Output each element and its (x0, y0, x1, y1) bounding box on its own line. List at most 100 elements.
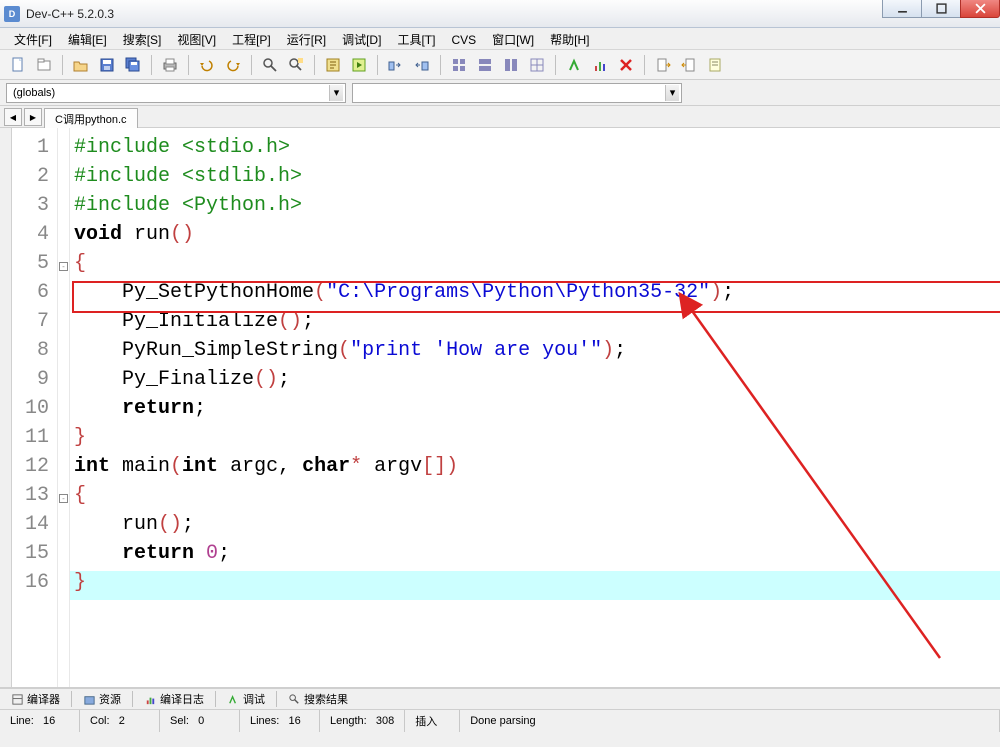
menu-item[interactable]: 调试[D] (334, 29, 389, 50)
line-number: 7 (12, 310, 57, 339)
menu-item[interactable]: CVS (443, 31, 484, 49)
stop-button[interactable] (614, 53, 638, 77)
grid2-button[interactable] (473, 53, 497, 77)
replace-button[interactable] (284, 53, 308, 77)
fold-marker (58, 368, 69, 397)
grid4-button[interactable] (525, 53, 549, 77)
line-number: 6 (12, 281, 57, 310)
fold-marker (58, 339, 69, 368)
status-mode: 插入 (405, 710, 460, 732)
toolbar (0, 50, 1000, 80)
code-line[interactable]: #include <stdlib.h> (70, 165, 1000, 194)
menu-item[interactable]: 文件[F] (6, 29, 60, 50)
code-line[interactable]: return; (70, 397, 1000, 426)
bottom-tab[interactable]: 搜索结果 (281, 689, 355, 709)
bottom-tab[interactable]: 资源 (76, 689, 128, 709)
fold-marker (58, 513, 69, 542)
combo-bar: (globals) ▾ ▾ (0, 80, 1000, 106)
line-number: 16 (12, 571, 57, 600)
new-file-button[interactable] (6, 53, 30, 77)
code-line[interactable]: #include <stdio.h> (70, 136, 1000, 165)
code-line[interactable]: PyRun_SimpleString("print 'How are you'"… (70, 339, 1000, 368)
menu-item[interactable]: 工具[T] (389, 29, 443, 50)
chevron-down-icon: ▾ (665, 85, 679, 101)
code-line[interactable]: { (70, 484, 1000, 513)
bookmark-button[interactable] (703, 53, 727, 77)
code-area[interactable]: #include <stdio.h>#include <stdlib.h>#in… (70, 128, 1000, 687)
fold-marker (58, 136, 69, 165)
print-button[interactable] (158, 53, 182, 77)
minimize-button[interactable] (882, 0, 922, 18)
compile-run-button[interactable] (384, 53, 408, 77)
code-line[interactable]: } (70, 426, 1000, 455)
file-tab[interactable]: C调用python.c (44, 108, 138, 128)
grid3-button[interactable] (499, 53, 523, 77)
undo-button[interactable] (195, 53, 219, 77)
menu-item[interactable]: 运行[R] (279, 29, 334, 50)
line-number: 12 (12, 455, 57, 484)
code-line[interactable]: #include <Python.h> (70, 194, 1000, 223)
tab-icon (288, 693, 301, 706)
save-all-button[interactable] (121, 53, 145, 77)
tab-next-button[interactable]: ▶ (24, 108, 42, 126)
bottom-tab[interactable]: 调试 (220, 689, 272, 709)
code-line[interactable]: Py_Initialize(); (70, 310, 1000, 339)
bottom-tabstrip: 编译器资源编译日志调试搜索结果 (0, 688, 1000, 710)
line-number: 9 (12, 368, 57, 397)
rebuild-button[interactable] (410, 53, 434, 77)
line-number: 10 (12, 397, 57, 426)
code-line[interactable]: int main(int argc, char* argv[]) (70, 455, 1000, 484)
chevron-down-icon: ▾ (329, 85, 343, 101)
menu-item[interactable]: 窗口[W] (484, 29, 542, 50)
code-line[interactable]: Py_Finalize(); (70, 368, 1000, 397)
save-button[interactable] (95, 53, 119, 77)
symbol-combo[interactable]: ▾ (352, 83, 682, 103)
new-project-button[interactable] (32, 53, 56, 77)
scope-combo[interactable]: (globals) ▾ (6, 83, 346, 103)
fold-marker (58, 223, 69, 252)
fold-marker[interactable]: - (58, 252, 69, 281)
menu-item[interactable]: 帮助[H] (542, 29, 597, 50)
grid1-button[interactable] (447, 53, 471, 77)
tab-prev-button[interactable]: ◀ (4, 108, 22, 126)
fold-marker (58, 194, 69, 223)
statusbar: Line: 16 Col: 2 Sel: 0 Lines: 16 Length:… (0, 710, 1000, 732)
code-line[interactable]: run(); (70, 513, 1000, 542)
bottom-tab[interactable]: 编译日志 (137, 689, 211, 709)
scope-combo-value: (globals) (13, 87, 55, 99)
line-number: 4 (12, 223, 57, 252)
line-number: 14 (12, 513, 57, 542)
code-line[interactable]: void run() (70, 223, 1000, 252)
menu-item[interactable]: 工程[P] (224, 29, 279, 50)
app-icon: D (4, 6, 20, 22)
menu-item[interactable]: 视图[V] (169, 29, 224, 50)
profile-button[interactable] (588, 53, 612, 77)
find-button[interactable] (258, 53, 282, 77)
maximize-button[interactable] (921, 0, 961, 18)
run-button[interactable] (347, 53, 371, 77)
compile-button[interactable] (321, 53, 345, 77)
line-number: 5 (12, 252, 57, 281)
fold-marker (58, 310, 69, 339)
fold-marker (58, 397, 69, 426)
redo-button[interactable] (221, 53, 245, 77)
debug-button[interactable] (562, 53, 586, 77)
line-number: 2 (12, 165, 57, 194)
code-line[interactable]: Py_SetPythonHome("C:\Programs\Python\Pyt… (70, 281, 1000, 310)
fold-marker (58, 455, 69, 484)
menu-item[interactable]: 编辑[E] (60, 29, 115, 50)
bottom-tab[interactable]: 编译器 (4, 689, 67, 709)
fold-marker (58, 542, 69, 571)
code-line[interactable]: { (70, 252, 1000, 281)
line-number: 8 (12, 339, 57, 368)
goto-button[interactable] (651, 53, 675, 77)
close-button[interactable] (960, 0, 1000, 18)
code-line[interactable]: } (70, 571, 1000, 600)
open-button[interactable] (69, 53, 93, 77)
editor[interactable]: 12345678910111213141516 -- #include <std… (0, 128, 1000, 688)
code-line[interactable]: return 0; (70, 542, 1000, 571)
fold-marker[interactable]: - (58, 484, 69, 513)
step-button[interactable] (677, 53, 701, 77)
menu-item[interactable]: 搜索[S] (115, 29, 170, 50)
status-line: Line: 16 (0, 710, 80, 732)
